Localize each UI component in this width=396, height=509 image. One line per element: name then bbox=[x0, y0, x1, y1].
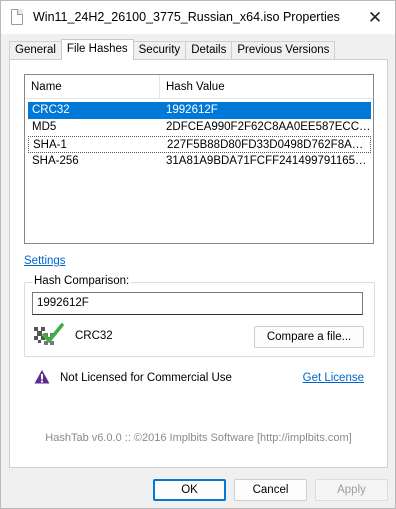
hash-value: 1992612F bbox=[166, 104, 218, 116]
comparison-algorithm: CRC32 bbox=[75, 330, 113, 342]
hash-row-sha1[interactable]: SHA-1 227F5B88D80FD33D0498D762F8ACB... bbox=[28, 136, 371, 153]
get-license-link[interactable]: Get License bbox=[303, 372, 364, 384]
hash-list[interactable]: Name Hash Value CRC32 1992612F MD5 2DFCE… bbox=[24, 74, 374, 244]
window-title: Win11_24H2_26100_3775_Russian_x64.iso Pr… bbox=[33, 10, 340, 24]
file-hashes-panel: Name Hash Value CRC32 1992612F MD5 2DFCE… bbox=[9, 59, 388, 468]
ok-button[interactable]: OK bbox=[153, 479, 226, 501]
tab-previous-versions[interactable]: Previous Versions bbox=[231, 41, 336, 60]
hash-value: 31A81A9BDA71FCFF24149979116556... bbox=[166, 155, 371, 167]
column-header-hash-value[interactable]: Hash Value bbox=[160, 75, 373, 99]
hash-value: 2DFCEA990F2F62C8AA0EE587ECC8A... bbox=[166, 121, 371, 133]
license-status-text: Not Licensed for Commercial Use bbox=[60, 372, 232, 384]
properties-window: Win11_24H2_26100_3775_Russian_x64.iso Pr… bbox=[0, 0, 396, 509]
tab-details[interactable]: Details bbox=[185, 41, 233, 60]
hash-name: CRC32 bbox=[32, 104, 70, 116]
settings-link[interactable]: Settings bbox=[24, 255, 66, 267]
hash-comparison-input[interactable]: 1992612F bbox=[32, 292, 363, 315]
hash-name: MD5 bbox=[32, 121, 57, 133]
hash-value: 227F5B88D80FD33D0498D762F8ACB... bbox=[167, 139, 370, 151]
hash-name: SHA-1 bbox=[33, 139, 67, 151]
tab-general[interactable]: General bbox=[9, 41, 62, 60]
hash-row-md5[interactable]: MD5 2DFCEA990F2F62C8AA0EE587ECC8A... bbox=[28, 119, 371, 136]
tab-file-hashes[interactable]: File Hashes bbox=[60, 39, 134, 60]
tab-strip: General File Hashes Security Details Pre… bbox=[9, 39, 336, 60]
about-text: HashTab v6.0.0 :: ©2016 Implbits Softwar… bbox=[45, 432, 352, 444]
tab-security[interactable]: Security bbox=[132, 41, 187, 60]
column-header-name[interactable]: Name bbox=[25, 75, 160, 99]
hash-match-icon bbox=[32, 322, 64, 348]
compare-file-button[interactable]: Compare a file... bbox=[254, 326, 364, 348]
hash-name: SHA-256 bbox=[32, 155, 79, 167]
hash-comparison-label: Hash Comparison: bbox=[32, 275, 132, 287]
apply-button[interactable]: Apply bbox=[315, 479, 388, 501]
hash-list-header: Name Hash Value bbox=[25, 75, 373, 99]
hash-row-sha256[interactable]: SHA-256 31A81A9BDA71FCFF24149979116556..… bbox=[28, 153, 371, 170]
hash-row-crc32[interactable]: CRC32 1992612F bbox=[28, 102, 371, 119]
title-bar: Win11_24H2_26100_3775_Russian_x64.iso Pr… bbox=[1, 1, 395, 34]
cancel-button[interactable]: Cancel bbox=[234, 479, 307, 501]
close-icon[interactable]: ✕ bbox=[355, 1, 395, 34]
warning-icon bbox=[34, 369, 50, 385]
file-icon bbox=[11, 9, 23, 25]
hash-comparison-group: Hash Comparison: 1992612F CRC32 Compare … bbox=[24, 275, 375, 357]
